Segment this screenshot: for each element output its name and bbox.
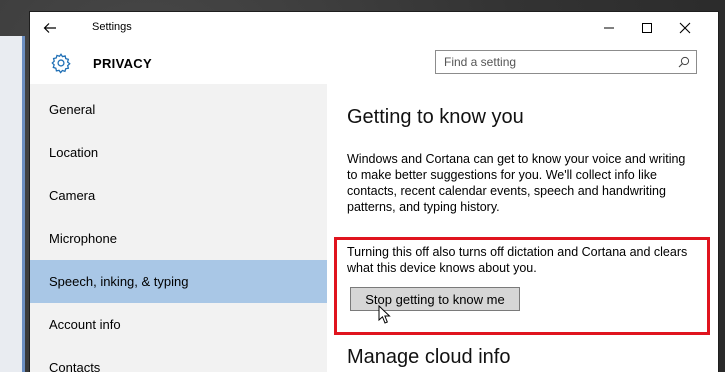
back-arrow-icon[interactable] bbox=[42, 20, 58, 36]
sidebar-item-label: Contacts bbox=[49, 360, 101, 372]
sidebar-item-general[interactable]: General bbox=[30, 88, 327, 131]
gear-icon bbox=[51, 53, 71, 74]
description-text: Windows and Cortana can get to know your… bbox=[347, 152, 686, 214]
search-input[interactable] bbox=[436, 51, 674, 73]
sidebar-item-camera[interactable]: Camera bbox=[30, 174, 327, 217]
sidebar-item-label: Speech, inking, & typing bbox=[49, 274, 189, 289]
maximize-icon[interactable] bbox=[637, 18, 657, 38]
main-content: Getting to know you Windows and Cortana … bbox=[327, 84, 718, 372]
section-title: PRIVACY bbox=[93, 56, 152, 71]
stop-getting-to-know-me-button[interactable]: Stop getting to know me bbox=[350, 287, 520, 311]
background-window-edge bbox=[0, 36, 25, 372]
sidebar: General Location Camera Microphone Speec… bbox=[30, 84, 327, 372]
mouse-cursor-icon bbox=[378, 305, 391, 324]
title-bar: Settings bbox=[30, 12, 718, 44]
sidebar-item-label: Account info bbox=[49, 317, 121, 332]
settings-window: Settings PRIVACY General bbox=[30, 12, 718, 372]
sidebar-item-label: Camera bbox=[49, 188, 96, 203]
sidebar-item-label: Location bbox=[49, 145, 99, 160]
sidebar-item-speech-inking-typing[interactable]: Speech, inking, & typing bbox=[30, 260, 327, 303]
warning-text: Turning this off also turns off dictatio… bbox=[347, 245, 688, 275]
window-title: Settings bbox=[92, 21, 132, 33]
search-icon[interactable] bbox=[678, 56, 690, 68]
sidebar-item-contacts[interactable]: Contacts bbox=[30, 346, 327, 372]
sidebar-item-location[interactable]: Location bbox=[30, 131, 327, 174]
minimize-icon[interactable] bbox=[599, 18, 619, 38]
close-icon[interactable] bbox=[675, 18, 695, 38]
search-box[interactable] bbox=[435, 50, 697, 74]
sidebar-item-label: Microphone bbox=[49, 231, 117, 246]
page-title: Getting to know you bbox=[347, 106, 524, 128]
sidebar-item-microphone[interactable]: Microphone bbox=[30, 217, 327, 260]
sidebar-item-account-info[interactable]: Account info bbox=[30, 303, 327, 346]
section-heading-cloud-info: Manage cloud info bbox=[347, 346, 511, 368]
sidebar-item-label: General bbox=[49, 102, 96, 117]
